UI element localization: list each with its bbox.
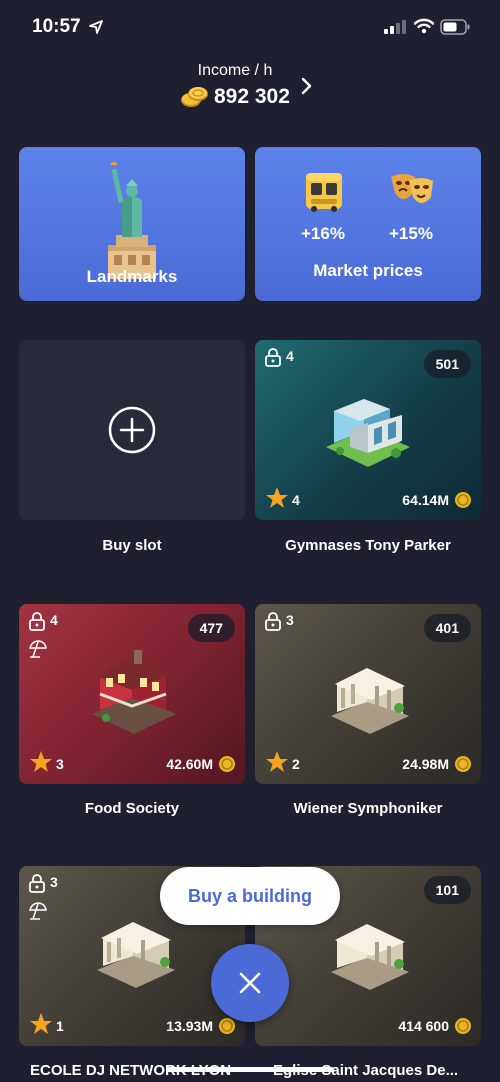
- star-icon: [266, 487, 288, 508]
- wifi-icon: [414, 18, 434, 34]
- building-caption: Wiener Symphoniker: [293, 800, 443, 817]
- close-icon: [239, 972, 261, 994]
- status-bar: 10:57: [0, 0, 500, 56]
- chevron-right-icon[interactable]: [300, 76, 314, 96]
- star-count: 4: [292, 492, 300, 508]
- lock-level: 4: [50, 612, 58, 628]
- beach-umbrella-icon: [29, 902, 47, 920]
- market-prices-label: Market prices: [313, 261, 423, 280]
- location-arrow-icon: [89, 20, 103, 34]
- building-price: 24.98M: [402, 756, 449, 772]
- building-card[interactable]: 3 401 2 24.98M: [255, 604, 481, 784]
- landmarks-card[interactable]: Landmarks: [19, 147, 245, 301]
- modern-building-icon: [326, 399, 410, 467]
- landmarks-label: Landmarks: [86, 267, 178, 286]
- plus-circle-icon[interactable]: [107, 405, 157, 455]
- income-value: 892 302: [214, 85, 290, 108]
- lock-icon: [29, 874, 45, 893]
- building-level-badge: 477: [187, 614, 235, 642]
- coin-icon: [455, 1018, 471, 1034]
- buy-building-button[interactable]: Buy a building: [160, 867, 340, 925]
- building-card[interactable]: 4 501 4 64.14M: [255, 340, 481, 520]
- star-icon: [30, 1013, 52, 1034]
- classical-temple-icon: [97, 922, 175, 988]
- market-prices-card[interactable]: +16% +15% Market prices: [255, 147, 481, 301]
- lock-icon: [29, 612, 45, 631]
- coin-stack-icon: [181, 87, 208, 107]
- building-card[interactable]: 4 477 3 42.60M: [19, 604, 245, 784]
- coin-icon: [455, 492, 471, 508]
- classical-temple-icon: [331, 668, 409, 734]
- battery-icon: [440, 19, 470, 35]
- classical-temple-icon: [331, 924, 409, 990]
- lock-icon: [265, 348, 281, 367]
- cellular-signal-icon: [384, 20, 406, 34]
- star-count: 1: [56, 1018, 64, 1034]
- star-count: 2: [292, 756, 300, 772]
- building-caption: Gymnases Tony Parker: [285, 537, 451, 554]
- income-header[interactable]: Income / h 892 302: [0, 60, 500, 110]
- building-caption: Food Society: [84, 800, 180, 817]
- building-price: 13.93M: [166, 1018, 213, 1034]
- building-price: 42.60M: [166, 756, 213, 772]
- home-indicator: [166, 1067, 334, 1072]
- food-truck-icon: [306, 173, 342, 212]
- coin-icon: [219, 756, 235, 772]
- beach-umbrella-icon: [29, 640, 47, 658]
- lock-level: 3: [50, 874, 58, 890]
- star-icon: [30, 751, 52, 772]
- status-time: 10:57: [32, 16, 81, 37]
- theater-masks-icon: [391, 174, 433, 203]
- lock-level: 4: [286, 348, 294, 364]
- coin-icon: [455, 756, 471, 772]
- building-level-badge: 101: [423, 876, 471, 904]
- market-bonus-2: +15%: [389, 224, 433, 243]
- building-level-badge: 401: [423, 614, 471, 642]
- building-price: 414 600: [398, 1018, 449, 1034]
- buy-slot-card[interactable]: [19, 340, 245, 520]
- buy-slot-caption: Buy slot: [102, 537, 162, 554]
- star-count: 3: [56, 756, 64, 772]
- building-level-badge: 501: [423, 350, 471, 378]
- market-bonus-1: +16%: [301, 224, 345, 243]
- building-price: 64.14M: [402, 492, 449, 508]
- lock-icon: [265, 612, 281, 631]
- close-button[interactable]: [211, 944, 289, 1022]
- lock-level: 3: [286, 612, 294, 628]
- income-label: Income / h: [197, 62, 273, 79]
- restaurant-building-icon: [92, 650, 176, 734]
- star-icon: [266, 751, 288, 772]
- statue-of-liberty-icon: [108, 162, 156, 279]
